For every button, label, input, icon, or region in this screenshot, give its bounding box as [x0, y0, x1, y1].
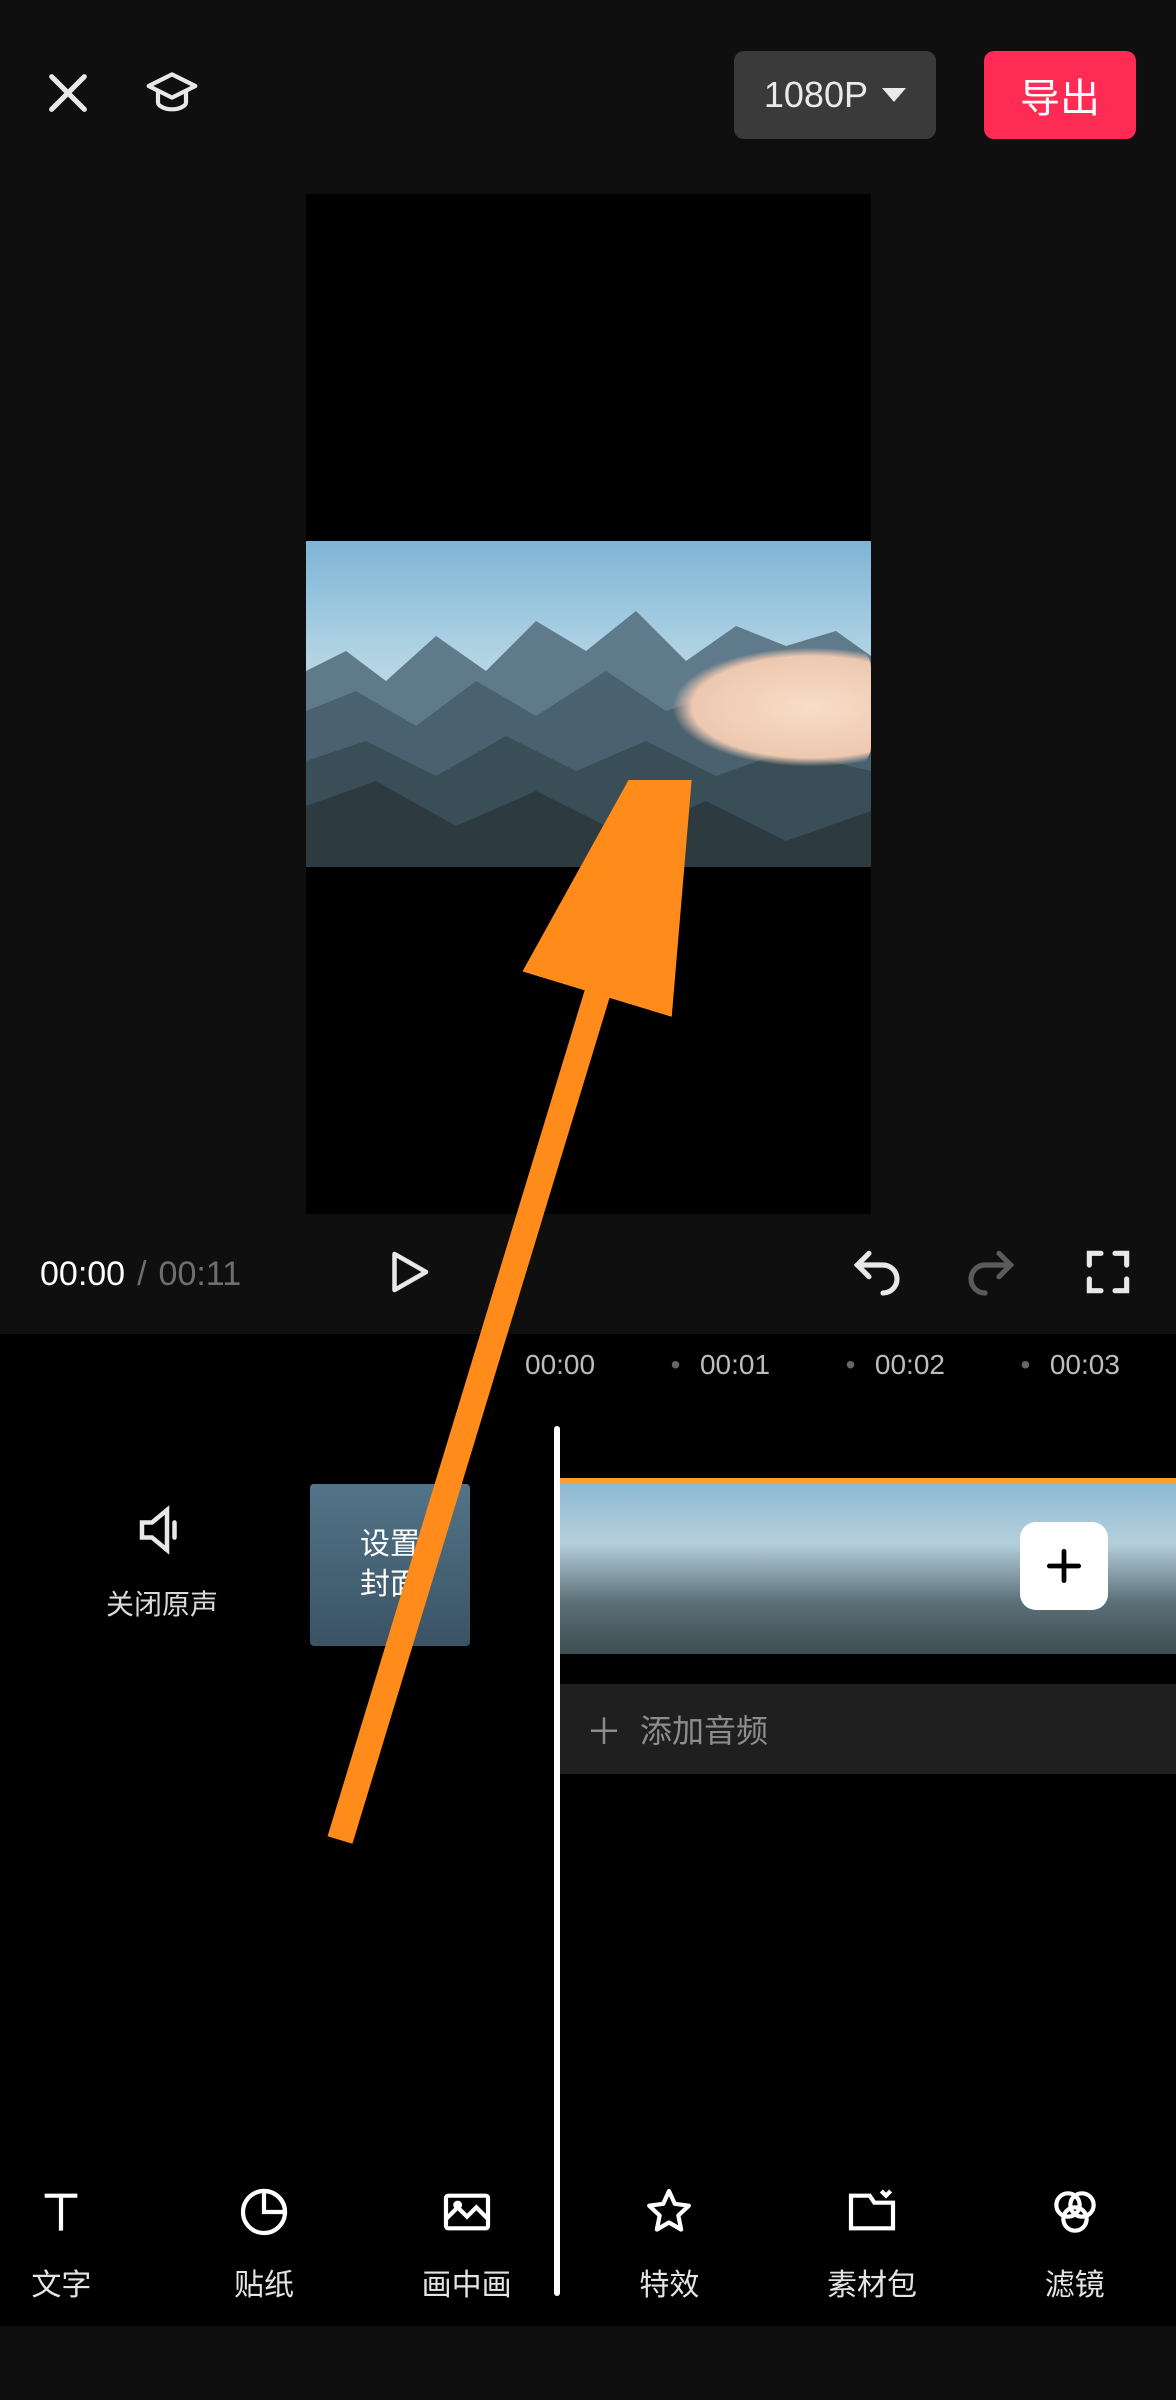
tool-assets[interactable]: 素材包 — [771, 2184, 974, 2304]
clip-frame — [560, 1483, 720, 1654]
top-bar: 1080P 导出 — [0, 0, 1176, 190]
playback-time: 00:00 / 00:11 — [40, 1255, 241, 1294]
current-time: 00:00 — [40, 1255, 125, 1294]
playback-bar: 00:00 / 00:11 — [0, 1214, 1176, 1334]
tool-label: 画中画 — [422, 2260, 512, 2304]
add-clip-button[interactable] — [1020, 1522, 1108, 1610]
ruler-tick: 00:01 — [700, 1349, 826, 1381]
graduation-cap-icon[interactable] — [144, 65, 200, 126]
tool-pip[interactable]: 画中画 — [365, 2184, 568, 2304]
export-button[interactable]: 导出 — [984, 51, 1136, 139]
close-icon[interactable] — [40, 65, 96, 126]
playhead[interactable] — [554, 1426, 560, 2296]
tool-label: 文字 — [31, 2260, 91, 2304]
add-audio-label: 添加音频 — [640, 1706, 768, 1752]
add-audio-button[interactable]: ＋ 添加音频 — [560, 1684, 1176, 1774]
clip-frame — [880, 1483, 1040, 1654]
video-preview-area — [0, 190, 1176, 1214]
mute-label: 关闭原声 — [106, 1583, 218, 1623]
video-content — [306, 541, 871, 867]
timeline-ruler[interactable]: 00:00 • 00:01 • 00:02 • 00:03 — [0, 1334, 1176, 1396]
undo-button[interactable] — [848, 1244, 904, 1305]
bottom-toolbar: 文字 贴纸 画中画 特效 素材包 滤镜 — [0, 2150, 1176, 2400]
ruler-tick: 00:03 — [1050, 1349, 1176, 1381]
fullscreen-button[interactable] — [1080, 1244, 1136, 1305]
ruler-tick: 00:02 — [875, 1349, 1001, 1381]
hand-overlay — [671, 647, 871, 767]
export-label: 导出 — [1020, 66, 1100, 124]
video-frame[interactable] — [306, 194, 871, 1214]
tool-label: 特效 — [639, 2260, 699, 2304]
resolution-selector[interactable]: 1080P — [734, 51, 936, 139]
chevron-down-icon — [882, 88, 906, 102]
tool-label: 贴纸 — [234, 2260, 294, 2304]
clip-frame — [720, 1483, 880, 1654]
tool-label: 素材包 — [827, 2260, 917, 2304]
plus-icon: ＋ — [586, 1703, 622, 1755]
play-button[interactable] — [381, 1245, 435, 1304]
ruler-tick: 00:00 — [525, 1349, 651, 1381]
mute-original-audio-button[interactable]: 关闭原声 — [106, 1500, 218, 1623]
tool-sticker[interactable]: 贴纸 — [163, 2184, 366, 2304]
tool-effects[interactable]: 特效 — [568, 2184, 771, 2304]
total-time: 00:11 — [159, 1255, 242, 1294]
tool-text[interactable]: 文字 — [0, 2184, 163, 2304]
time-separator: / — [137, 1255, 146, 1294]
redo-button[interactable] — [964, 1244, 1020, 1305]
resolution-label: 1080P — [764, 74, 868, 116]
set-cover-button[interactable]: 设置封面 — [310, 1484, 470, 1646]
cover-label: 设置封面 — [360, 1525, 420, 1605]
tool-label: 滤镜 — [1045, 2260, 1105, 2304]
tool-filter[interactable]: 滤镜 — [973, 2184, 1176, 2304]
